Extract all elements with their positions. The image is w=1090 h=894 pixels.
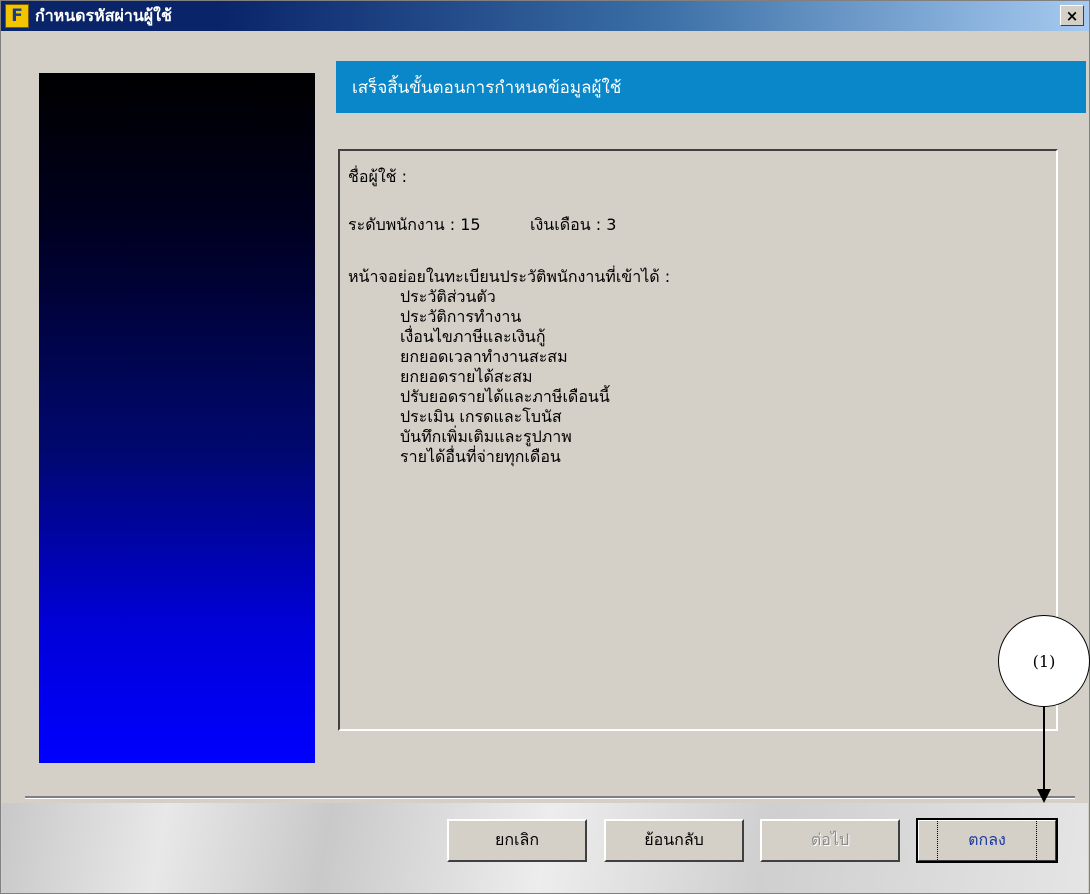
window-title: กำหนดรหัสผ่านผู้ใช้ <box>35 5 172 25</box>
list-item: ยกยอดรายได้สะสม <box>400 367 533 386</box>
user-password-dialog: F กำหนดรหัสผ่านผู้ใช้ × เสร็จสิ้นขั้นตอน… <box>0 0 1090 894</box>
ok-button[interactable]: ตกลง <box>916 818 1058 863</box>
summary-box[interactable]: ชื่อผู้ใช้ : ระดับพนักงาน : 15 เงินเดือน… <box>338 149 1058 731</box>
employee-level-label: ระดับพนักงาน : 15 <box>348 215 481 234</box>
list-item: ประเมิน เกรดและโบนัส <box>400 407 562 426</box>
annotation-arrow-icon <box>1037 789 1051 803</box>
list-item: ประวัติการทำงาน <box>400 307 522 326</box>
salary-label: เงินเดือน : 3 <box>530 215 617 234</box>
close-button[interactable]: × <box>1060 5 1084 26</box>
username-label: ชื่อผู้ใช้ : <box>348 167 407 186</box>
title-bar: F กำหนดรหัสผ่านผู้ใช้ × <box>1 1 1089 31</box>
list-item: ประวัติส่วนตัว <box>400 287 496 306</box>
wizard-side-image <box>39 73 315 763</box>
step-header: เสร็จสิ้นขั้นตอนการกำหนดข้อมูลผู้ใช้ <box>336 61 1086 113</box>
cancel-button[interactable]: ยกเลิก <box>447 819 587 862</box>
app-icon: F <box>5 4 29 28</box>
next-button[interactable]: ต่อไป <box>760 819 900 862</box>
back-button[interactable]: ย้อนกลับ <box>604 819 744 862</box>
annotation-callout: (1) <box>998 615 1090 707</box>
list-item: รายได้อื่นที่จ่ายทุกเดือน <box>400 447 561 466</box>
footer-separator <box>25 796 1075 799</box>
list-item: เงื่อนไขภาษีและเงินกู้ <box>400 327 546 346</box>
close-icon: × <box>1065 6 1079 25</box>
annotation-arrow-line <box>1043 707 1045 791</box>
step-header-text: เสร็จสิ้นขั้นตอนการกำหนดข้อมูลผู้ใช้ <box>352 77 622 98</box>
list-item: ยกยอดเวลาทำงานสะสม <box>400 347 568 366</box>
ok-button-label: ตกลง <box>937 819 1037 862</box>
list-item: ปรับยอดรายได้และภาษีเดือนนี้ <box>400 387 610 406</box>
list-item: บันทึกเพิ่มเติมและรูปภาพ <box>400 427 572 446</box>
accessible-screens-heading: หน้าจอย่อยในทะเบียนประวัติพนักงานที่เข้า… <box>348 267 671 286</box>
